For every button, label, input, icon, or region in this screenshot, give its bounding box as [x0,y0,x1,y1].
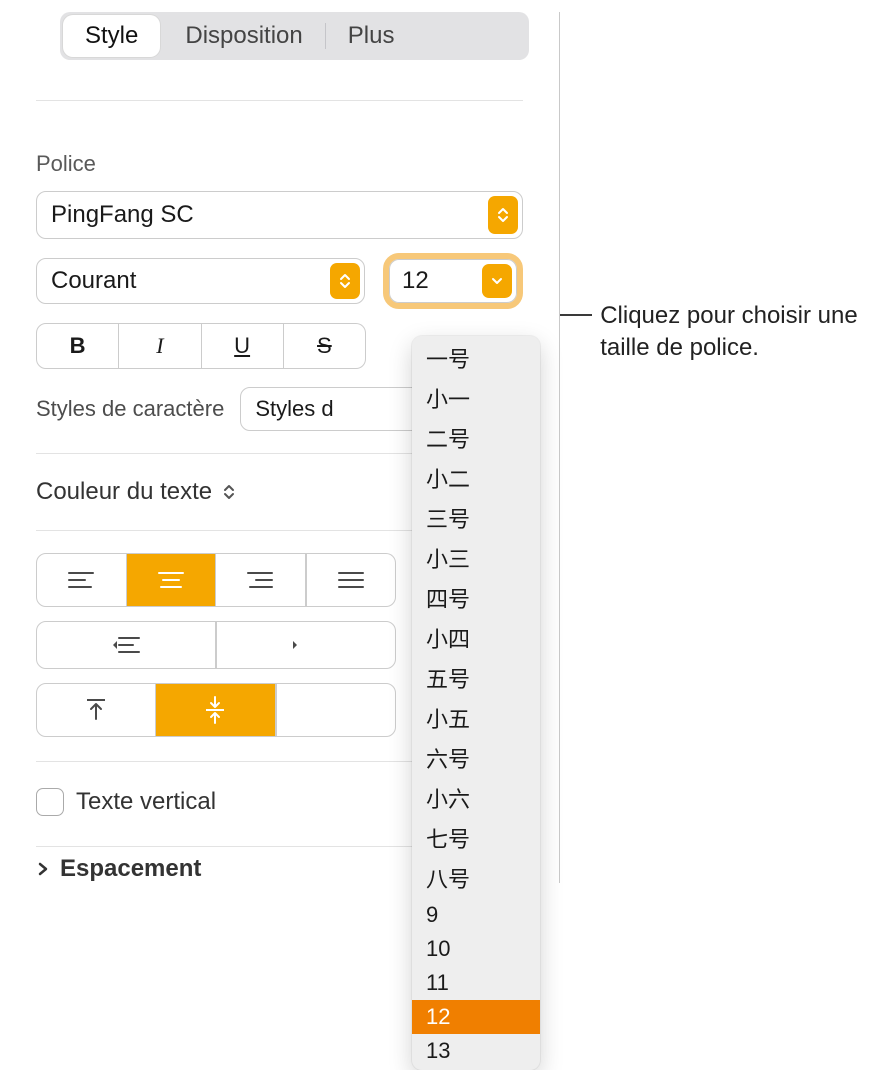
decrease-indent-button[interactable] [36,621,216,669]
chevron-updown-icon [488,196,518,234]
font-section-label: Police [36,151,559,177]
callout-text: Cliquez pour choisir une taille de polic… [600,300,884,365]
text-color-label: Couleur du texte [36,478,212,506]
bold-button[interactable]: B [36,323,119,369]
size-menu-item[interactable]: 小一 [412,378,540,418]
size-menu-item[interactable]: 二号 [412,418,540,458]
text-format-group: B I U S [36,323,366,369]
panel-tabs: Style Disposition Plus [60,12,529,60]
size-menu-item[interactable]: 10 [412,932,540,966]
size-menu-item[interactable]: 小五 [412,698,540,738]
indent-group [36,621,396,669]
tab-plus[interactable]: Plus [326,12,417,60]
callout: Cliquez pour choisir une taille de polic… [560,300,884,365]
size-menu-item[interactable]: 小二 [412,458,540,498]
chevron-down-icon [482,264,512,298]
size-menu-item[interactable]: 小三 [412,538,540,578]
font-size-menu: 一号小一二号小二三号小三四号小四五号小五六号小六七号八号910111213 [412,336,540,1070]
font-style-select[interactable]: Courant [36,258,365,304]
font-family-select[interactable]: PingFang SC [36,191,523,239]
size-menu-item[interactable]: 一号 [412,338,540,378]
valign-top-button[interactable] [36,683,156,737]
size-menu-item[interactable]: 12 [412,1000,540,1034]
size-menu-item[interactable]: 四号 [412,578,540,618]
valign-middle-button[interactable] [156,683,275,737]
callout-line [560,314,592,316]
font-family-value: PingFang SC [51,201,194,229]
size-menu-item[interactable]: 三号 [412,498,540,538]
align-left-button[interactable] [36,553,127,607]
char-styles-value: Styles d [255,396,333,422]
align-justify-button[interactable] [307,553,397,607]
font-size-value: 12 [402,267,429,295]
size-menu-item[interactable]: 六号 [412,738,540,778]
size-menu-item[interactable]: 9 [412,898,540,932]
chevron-updown-icon [222,482,236,502]
size-menu-item[interactable]: 小六 [412,778,540,818]
vertical-text-checkbox[interactable] [36,788,64,816]
size-menu-item[interactable]: 五号 [412,658,540,698]
chevron-right-icon [36,862,50,876]
vertical-text-label: Texte vertical [76,788,216,816]
increase-indent-button[interactable] [216,621,396,669]
valign-bottom-button[interactable] [276,683,396,737]
tab-style[interactable]: Style [63,15,160,57]
align-center-button[interactable] [127,553,217,607]
size-menu-item[interactable]: 13 [412,1034,540,1068]
chevron-updown-icon [330,263,360,299]
horizontal-align-group [36,553,396,607]
spacing-label: Espacement [60,855,201,883]
vertical-align-group [36,683,396,737]
char-styles-label: Styles de caractère [36,396,224,422]
size-menu-item[interactable]: 小四 [412,618,540,658]
font-style-value: Courant [51,267,136,295]
size-menu-item[interactable]: 八号 [412,858,540,898]
divider [36,100,523,101]
underline-button[interactable]: U [202,323,284,369]
size-menu-item[interactable]: 七号 [412,818,540,858]
size-menu-item[interactable]: 11 [412,966,540,1000]
align-right-button[interactable] [216,553,306,607]
strike-button[interactable]: S [284,323,366,369]
tab-disposition[interactable]: Disposition [163,12,324,60]
font-size-field[interactable]: 12 [383,253,523,309]
italic-button[interactable]: I [119,323,201,369]
